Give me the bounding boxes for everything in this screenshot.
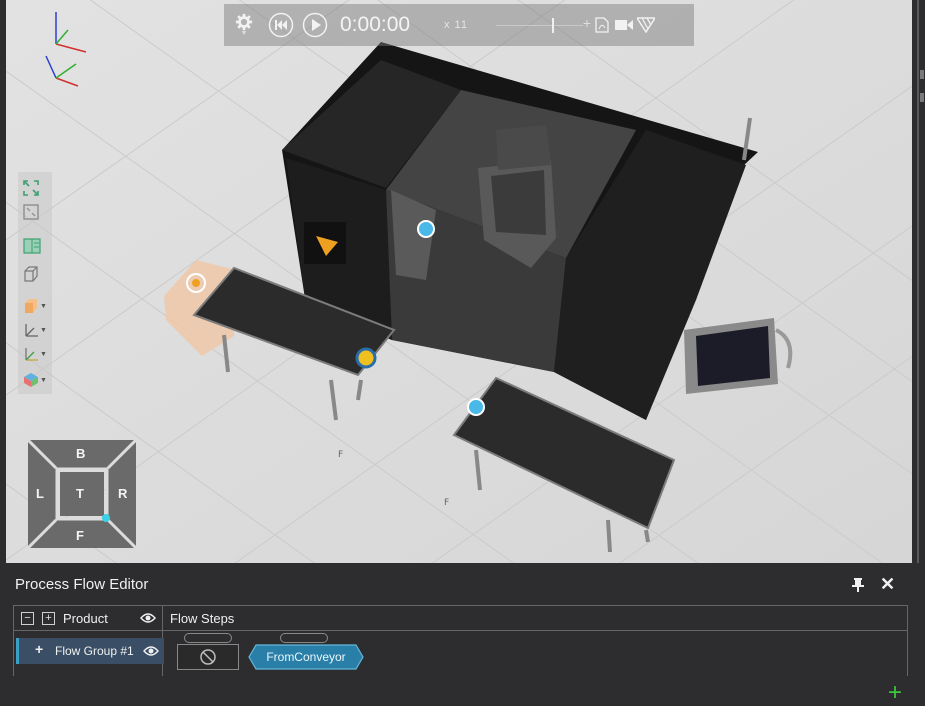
flow-table: − + Product + Flow Group #1 Flow Steps F… [13,605,908,705]
step-connector [184,633,232,643]
render-mode-icon[interactable]: ▼ [23,370,49,390]
conveyor-exit-point[interactable] [355,347,377,369]
speed-slider[interactable]: + [496,15,591,35]
fit-to-view-icon[interactable] [23,178,49,198]
conveyor-entry-point[interactable] [467,398,485,416]
axes-icon[interactable]: ▼ [23,320,49,340]
flow-step-from-conveyor[interactable]: FromConveyor [248,644,364,670]
eye-icon[interactable] [140,612,156,624]
group-eye-icon[interactable] [143,645,159,657]
add-step-icon[interactable]: + [888,681,902,705]
pdf-icon[interactable] [591,17,613,33]
speed-increase-icon[interactable]: + [583,15,591,31]
product-header: Product [63,611,108,626]
product-column: − + Product + Flow Group #1 [14,606,164,676]
box-outline-icon[interactable] [23,264,49,284]
3d-viewport[interactable]: F F ▼ 0:00:00 x 11 + ▼ ▼ ▼ ▼ B L T R F [6,0,912,563]
navcube-bottom-face[interactable]: F [76,528,84,543]
video-camera-icon[interactable] [613,19,635,31]
right-edge-strip [912,0,925,563]
process-flow-editor-panel: Process Flow Editor ✕ − + Product + Flow… [6,568,912,705]
navcube-top-face[interactable]: B [76,446,85,461]
panel-title: Process Flow Editor [15,576,149,593]
expand-group-icon[interactable]: + [35,641,43,657]
box-shaded-icon[interactable]: ▼ [23,296,49,316]
machine-point[interactable] [417,220,435,238]
scene-render[interactable]: F F [6,0,912,563]
playback-toolbar: ▼ 0:00:00 x 11 + [224,4,694,46]
step-connector [280,633,328,643]
empty-step-slot[interactable] [177,644,239,670]
floor-mark: F [338,450,343,460]
collapse-all-icon[interactable]: − [21,612,34,625]
pin-icon[interactable] [851,577,865,593]
navcube-right-face[interactable]: R [118,486,127,501]
playback-time: 0:00:00 [340,13,411,36]
expand-all-icon[interactable]: + [42,612,55,625]
rewind-icon[interactable] [264,12,298,38]
no-entry-icon [200,649,216,665]
view-tools-strip: ▼ ▼ ▼ ▼ [18,172,52,394]
flow-group-name: Flow Group #1 [55,644,134,658]
close-icon[interactable]: ✕ [880,574,895,595]
navcube-center-face[interactable]: T [76,486,84,501]
playback-speed[interactable]: x 11 [444,19,494,31]
zoom-to-fit-icon[interactable] [23,202,49,222]
brand-logo-icon[interactable] [635,17,657,33]
floor-mark: F [444,498,449,508]
gear-icon[interactable]: ▼ [224,13,264,37]
flow-step-label: FromConveyor [266,650,346,664]
split-view-icon[interactable] [23,236,49,256]
flow-steps-header: Flow Steps [170,611,235,626]
play-icon[interactable] [298,12,332,38]
navcube-left-face[interactable]: L [36,486,44,501]
navigation-cube[interactable]: B L T R F [26,438,138,550]
axes-green-icon[interactable]: ▼ [23,344,49,364]
flow-group-row[interactable]: + Flow Group #1 [16,638,164,664]
